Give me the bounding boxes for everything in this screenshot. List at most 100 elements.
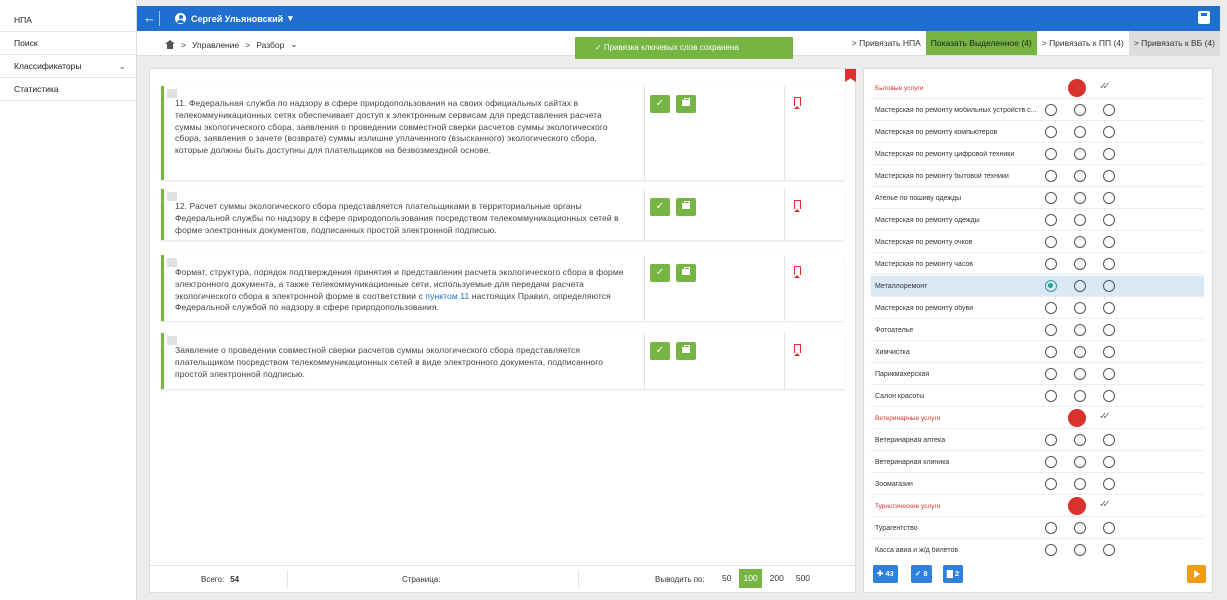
radio-option-1[interactable]: [1045, 456, 1057, 468]
bookmark-icon[interactable]: [793, 200, 801, 212]
approve-button[interactable]: ✓: [650, 198, 670, 216]
radio-option-3[interactable]: [1103, 192, 1115, 204]
classifier-row[interactable]: Мастерская по ремонту одежды: [871, 210, 1204, 231]
radio-option-2[interactable]: [1074, 478, 1086, 490]
radio-option-2[interactable]: [1074, 302, 1086, 314]
radio-option-2[interactable]: [1074, 522, 1086, 534]
radio-option-3[interactable]: [1103, 148, 1115, 160]
tab-show-selected[interactable]: Показать Выделенное (4): [925, 31, 1037, 55]
radio-option-1[interactable]: [1045, 258, 1057, 270]
classifier-row[interactable]: Ветеринарная клиника: [871, 452, 1204, 473]
classifier-row[interactable]: Мастерская по ремонту цифровой техники: [871, 144, 1204, 165]
status-dot[interactable]: [1068, 497, 1086, 515]
bookmark-icon[interactable]: [793, 97, 801, 109]
breadcrumb-item-analysis[interactable]: Разбор: [256, 40, 284, 50]
classifier-row[interactable]: Касса авиа и ж/д билетов: [871, 540, 1204, 559]
radio-option-2[interactable]: [1074, 456, 1086, 468]
classifier-row[interactable]: Парикмахерская: [871, 364, 1204, 385]
paragraph-link[interactable]: пунктом 11: [425, 291, 469, 301]
classifier-row[interactable]: Зоомагазин: [871, 474, 1204, 495]
radio-option-2[interactable]: [1074, 346, 1086, 358]
radio-option-2[interactable]: [1074, 368, 1086, 380]
radio-option-3[interactable]: [1103, 368, 1115, 380]
classifier-row[interactable]: Турагентство: [871, 518, 1204, 539]
radio-option-3[interactable]: [1103, 126, 1115, 138]
radio-option-3[interactable]: [1103, 104, 1115, 116]
approve-button[interactable]: ✓: [650, 264, 670, 282]
sidebar-item-statistics[interactable]: Статистика: [0, 78, 136, 101]
radio-option-2[interactable]: [1074, 236, 1086, 248]
radio-option-1[interactable]: [1045, 368, 1057, 380]
bookmark-icon[interactable]: [845, 69, 856, 82]
radio-option-3[interactable]: [1103, 346, 1115, 358]
approve-button[interactable]: ✓: [650, 95, 670, 113]
classifier-row[interactable]: Мастерская по ремонту компьютеров: [871, 122, 1204, 143]
per-page-option-50[interactable]: 50: [718, 569, 735, 588]
radio-option-3[interactable]: [1103, 170, 1115, 182]
radio-option-3[interactable]: [1103, 478, 1115, 490]
radio-option-1[interactable]: [1045, 544, 1057, 556]
radio-option-1[interactable]: [1045, 324, 1057, 336]
radio-option-1[interactable]: [1045, 236, 1057, 248]
radio-option-2[interactable]: [1074, 390, 1086, 402]
radio-option-1[interactable]: [1045, 214, 1057, 226]
save-icon[interactable]: [1198, 11, 1210, 24]
radio-option-1[interactable]: [1045, 280, 1057, 292]
briefcase-button[interactable]: [676, 264, 696, 282]
radio-option-3[interactable]: [1103, 214, 1115, 226]
play-icon[interactable]: [1187, 565, 1206, 583]
briefcase-button[interactable]: [676, 95, 696, 113]
radio-option-3[interactable]: [1103, 522, 1115, 534]
classifier-row[interactable]: Мастерская по ремонту бытовой техники: [871, 166, 1204, 187]
classifier-row[interactable]: Металлоремонт: [871, 276, 1204, 297]
radio-option-3[interactable]: [1103, 236, 1115, 248]
radio-option-3[interactable]: [1103, 544, 1115, 556]
chevron-down-icon[interactable]: ⌄: [290, 39, 297, 50]
double-check-icon[interactable]: ✓✓: [1099, 411, 1111, 422]
radio-option-1[interactable]: [1045, 104, 1057, 116]
tab-bind-pp[interactable]: > Привязать к ПП (4): [1037, 31, 1129, 55]
bookmark-icon[interactable]: [793, 266, 801, 278]
radio-option-2[interactable]: [1074, 258, 1086, 270]
bookmark-icon[interactable]: [793, 344, 801, 356]
double-check-icon[interactable]: ✓✓: [1099, 81, 1111, 92]
tab-bind-vb[interactable]: > Привязать к ВБ (4): [1128, 31, 1220, 55]
per-page-option-500[interactable]: 500: [792, 569, 814, 588]
classifier-row[interactable]: Ветеринарная аптека: [871, 430, 1204, 451]
classifier-row[interactable]: Мастерская по ремонту часов: [871, 254, 1204, 275]
double-check-icon[interactable]: ✓✓: [1099, 499, 1111, 510]
puzzle-count-button[interactable]: ✚ 43: [873, 565, 898, 583]
radio-option-2[interactable]: [1074, 192, 1086, 204]
classifier-row[interactable]: Мастерская по ремонту мобильных устройст…: [871, 100, 1204, 121]
approve-button[interactable]: ✓: [650, 342, 670, 360]
radio-option-2[interactable]: [1074, 544, 1086, 556]
radio-option-2[interactable]: [1074, 280, 1086, 292]
briefcase-button[interactable]: [676, 342, 696, 360]
radio-option-3[interactable]: [1103, 456, 1115, 468]
radio-option-3[interactable]: [1103, 258, 1115, 270]
classifier-row[interactable]: Фотоателье: [871, 320, 1204, 341]
radio-option-2[interactable]: [1074, 434, 1086, 446]
radio-option-1[interactable]: [1045, 148, 1057, 160]
radio-option-1[interactable]: [1045, 390, 1057, 402]
breadcrumb-item-management[interactable]: Управление: [192, 40, 239, 50]
radio-option-2[interactable]: [1074, 214, 1086, 226]
radio-option-3[interactable]: [1103, 390, 1115, 402]
classifier-row[interactable]: Салон красоты: [871, 386, 1204, 407]
radio-option-1[interactable]: [1045, 170, 1057, 182]
radio-option-2[interactable]: [1074, 104, 1086, 116]
classifier-row[interactable]: Мастерская по ремонту очков: [871, 232, 1204, 253]
classifier-row[interactable]: Мастерская по ремонту обуви: [871, 298, 1204, 319]
radio-option-1[interactable]: [1045, 302, 1057, 314]
classifier-row[interactable]: Ателье по пошиву одежды: [871, 188, 1204, 209]
sidebar-item-classifiers[interactable]: Классификаторы ⌄: [0, 55, 136, 78]
check-count-button[interactable]: ✓ 8: [911, 565, 932, 583]
radio-option-2[interactable]: [1074, 126, 1086, 138]
radio-option-3[interactable]: [1103, 324, 1115, 336]
radio-option-1[interactable]: [1045, 478, 1057, 490]
arrow-left-icon[interactable]: ←: [143, 10, 156, 25]
radio-option-1[interactable]: [1045, 192, 1057, 204]
per-page-option-100[interactable]: 100: [739, 569, 762, 588]
radio-option-1[interactable]: [1045, 434, 1057, 446]
status-dot[interactable]: [1068, 409, 1086, 427]
